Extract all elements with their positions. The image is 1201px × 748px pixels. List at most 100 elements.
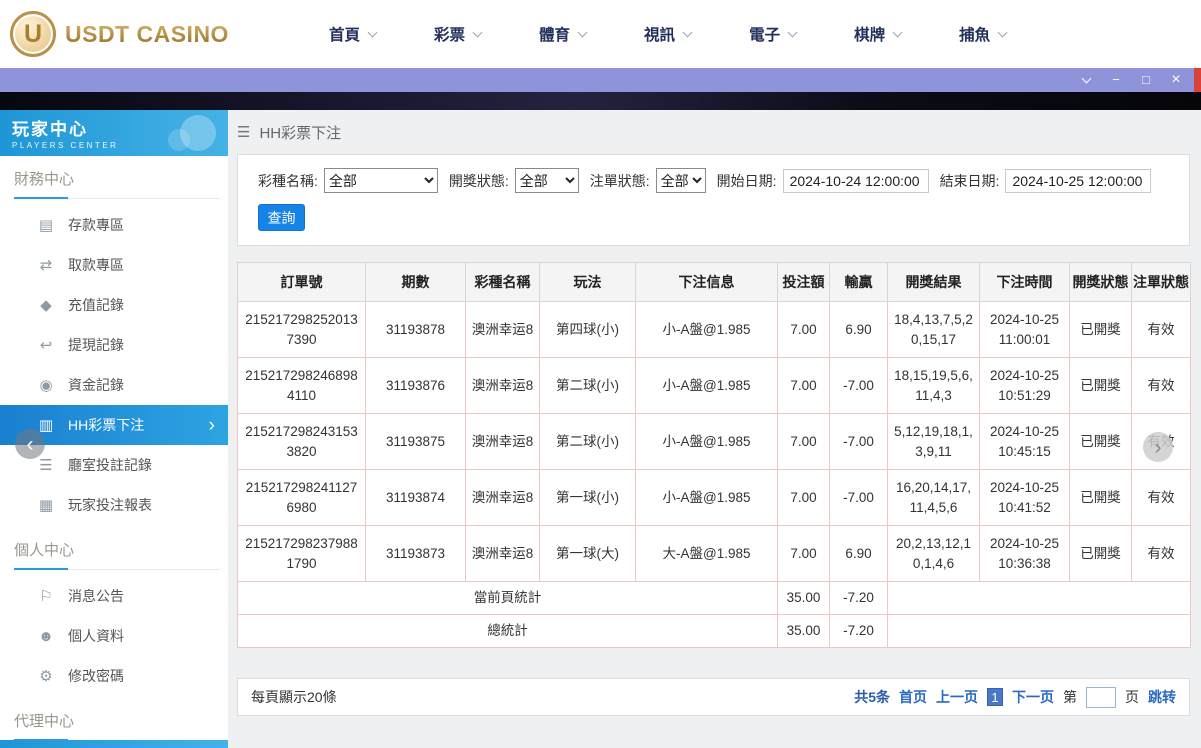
window-close-icon[interactable]: × <box>1161 68 1191 92</box>
sidebar-item-deposit[interactable]: ▤ 存款專區 › <box>0 205 228 245</box>
page-jump-input[interactable] <box>1086 686 1116 708</box>
scroll-right-button[interactable]: › <box>1143 432 1173 462</box>
chevron-right-icon: › <box>208 414 215 436</box>
sidebar-item-label: 存款專區 <box>68 217 124 233</box>
table-cell: 7.00 <box>777 469 830 526</box>
table-row: 2152172982411276980 31193874 澳洲幸运8 第一球(小) 小-… <box>237 469 1191 526</box>
filter-panel: 彩種名稱: 全部 開獎狀態: 全部 注單狀態: 全部 開始日期: 2024-10… <box>237 154 1190 246</box>
nav-item-6[interactable]: 棋牌 <box>825 23 930 45</box>
nav-item-1[interactable]: 首頁 <box>300 23 405 45</box>
end-date-label: 結束日期: <box>939 172 1000 189</box>
table-cell: 小-A盤@1.985 <box>635 301 778 358</box>
lottery-name-select[interactable]: 全部 <box>323 168 438 193</box>
table-cell: 有效 <box>1131 357 1191 414</box>
summary-row: 總統計 35.00 -7.20 <box>237 614 1191 648</box>
sidebar-item-profile[interactable]: ☻ 個人資料 › <box>0 616 228 656</box>
table-cell: 第四球(小) <box>539 301 636 358</box>
search-button[interactable]: 查詢 <box>258 204 305 231</box>
sidebar-item-label: 修改密碼 <box>68 668 124 684</box>
sidebar-item-announcement[interactable]: ⚐ 消息公告 › <box>0 576 228 616</box>
table-row: 2152172982468984110 31193876 澳洲幸运8 第二球(小) 小-… <box>237 357 1191 414</box>
nav-item-2[interactable]: 彩票 <box>405 23 510 45</box>
summary-label: 當前頁統計 <box>237 581 778 615</box>
table-cell: 已開獎 <box>1069 469 1132 526</box>
column-header: 下注時間 <box>979 262 1070 302</box>
table-cell: 18,4,13,7,5,20,15,17 <box>887 301 980 358</box>
column-header: 訂單號 <box>237 262 366 302</box>
lottery-name-label: 彩種名稱: <box>258 172 318 189</box>
table-cell: 20,2,13,12,10,1,4,6 <box>887 525 980 582</box>
next-page-link[interactable]: 下一页 <box>1012 687 1054 707</box>
recharge-icon: ◆ <box>40 297 52 314</box>
window-maximize-icon[interactable]: □ <box>1131 68 1161 92</box>
logo[interactable]: U USDT CASINO <box>10 11 258 57</box>
window-title-bar: − □ × <box>0 68 1201 92</box>
table-cell: 31193875 <box>365 413 466 470</box>
order-status-select[interactable]: 全部 <box>655 168 706 193</box>
table-cell: 大-A盤@1.985 <box>635 525 778 582</box>
table-cell: 7.00 <box>777 357 830 414</box>
nav-item-7[interactable]: 捕魚 <box>930 23 1035 45</box>
column-header: 開獎狀態 <box>1069 262 1132 302</box>
sidebar-header: 玩家中心 PLAYERS CENTER <box>0 110 228 156</box>
table-cell: 7.00 <box>777 301 830 358</box>
nav-item-3[interactable]: 體育 <box>510 23 615 45</box>
chevron-down-icon <box>472 27 483 37</box>
first-page-link[interactable]: 首页 <box>899 687 927 707</box>
sidebar-item-withdraw[interactable]: ⇄ 取款專區 › <box>0 245 228 285</box>
table-cell: 6.90 <box>829 525 888 582</box>
bets-table-wrap: 訂單號 期數 彩種名稱 玩法 下注信息 投注額 輸贏 開獎結果 下注時間 開獎狀態 注單狀態 215… <box>237 262 1191 648</box>
summary-bet-total: 35.00 <box>777 614 830 648</box>
table-cell: -7.00 <box>829 357 888 414</box>
content-area: 玩家中心 PLAYERS CENTER 財務中心 ▤ 存款專區 › ⇄ 取款專區… <box>0 110 1201 748</box>
sidebar-section-title: 代理中心 <box>14 710 220 741</box>
table-cell: 小-A盤@1.985 <box>635 357 778 414</box>
table-cell: 18,15,19,5,6,11,4,3 <box>887 357 980 414</box>
sidebar-collapse-button[interactable]: ‹ <box>15 429 45 459</box>
sidebar-item-report[interactable]: ▦ 玩家投注報表 › <box>0 485 228 525</box>
jump-link[interactable]: 跳转 <box>1148 687 1176 707</box>
titlebar-red-edge <box>1194 68 1201 92</box>
summary-row: 當前頁統計 35.00 -7.20 <box>237 581 1191 615</box>
table-cell: 2152172982431533820 <box>237 413 366 470</box>
sidebar-item-label: 個人資料 <box>68 628 124 644</box>
table-cell: 第一球(大) <box>539 525 636 582</box>
prev-page-link[interactable]: 上一页 <box>936 687 978 707</box>
sidebar-item-funds[interactable]: ◉ 資金記錄 › <box>0 365 228 405</box>
table-cell: 7.00 <box>777 525 830 582</box>
sidebar-item-password[interactable]: ⚙ 修改密碼 › <box>0 656 228 696</box>
window-minimize-icon[interactable]: − <box>1101 68 1131 92</box>
nav-item-label: 彩票 <box>434 27 466 44</box>
window-chevron-down-icon[interactable] <box>1071 68 1101 92</box>
nav-item-4[interactable]: 視訊 <box>615 23 720 45</box>
sidebar-section-title: 財務中心 <box>14 168 220 199</box>
nav-item-5[interactable]: 電子 <box>720 23 825 45</box>
table-cell: 31193873 <box>365 525 466 582</box>
table-cell: 第二球(小) <box>539 413 636 470</box>
sidebar-section: 個人中心 ⚐ 消息公告 › ☻ 個人資料 › ⚙ 修改密碼 › <box>0 539 228 698</box>
draw-status-select[interactable]: 全部 <box>514 168 579 193</box>
sidebar-section: 財務中心 ▤ 存款專區 › ⇄ 取款專區 › ◆ 充值記錄 › ↩ 提現記錄 ›… <box>0 168 228 527</box>
start-date-input[interactable] <box>782 168 929 193</box>
chevron-down-icon <box>682 27 693 37</box>
sidebar-item-recharge[interactable]: ◆ 充值記錄 › <box>0 285 228 325</box>
password-icon: ⚙ <box>39 668 53 685</box>
total-count-text: 共5条 <box>854 689 890 705</box>
funds-icon: ◉ <box>39 377 53 394</box>
goto-suffix-label: 页 <box>1125 689 1139 705</box>
goto-prefix-label: 第 <box>1063 689 1077 705</box>
table-cell: 31193874 <box>365 469 466 526</box>
table-row: 2152172982520137390 31193878 澳洲幸运8 第四球(小) 小-… <box>237 301 1191 358</box>
sidebar-title: 玩家中心 <box>12 120 88 139</box>
column-header: 輸贏 <box>829 262 888 302</box>
table-cell: 有效 <box>1131 525 1191 582</box>
order-status-label: 注單狀態: <box>589 172 650 189</box>
report-icon: ▦ <box>38 497 54 514</box>
sidebar-item-cashout[interactable]: ↩ 提現記錄 › <box>0 325 228 365</box>
column-header: 期數 <box>365 262 466 302</box>
sidebar-item-label: 資金記錄 <box>68 377 124 393</box>
column-header: 下注信息 <box>635 262 778 302</box>
end-date-input[interactable] <box>1005 168 1152 193</box>
current-page[interactable]: 1 <box>987 688 1003 706</box>
withdraw-icon: ⇄ <box>39 257 53 274</box>
